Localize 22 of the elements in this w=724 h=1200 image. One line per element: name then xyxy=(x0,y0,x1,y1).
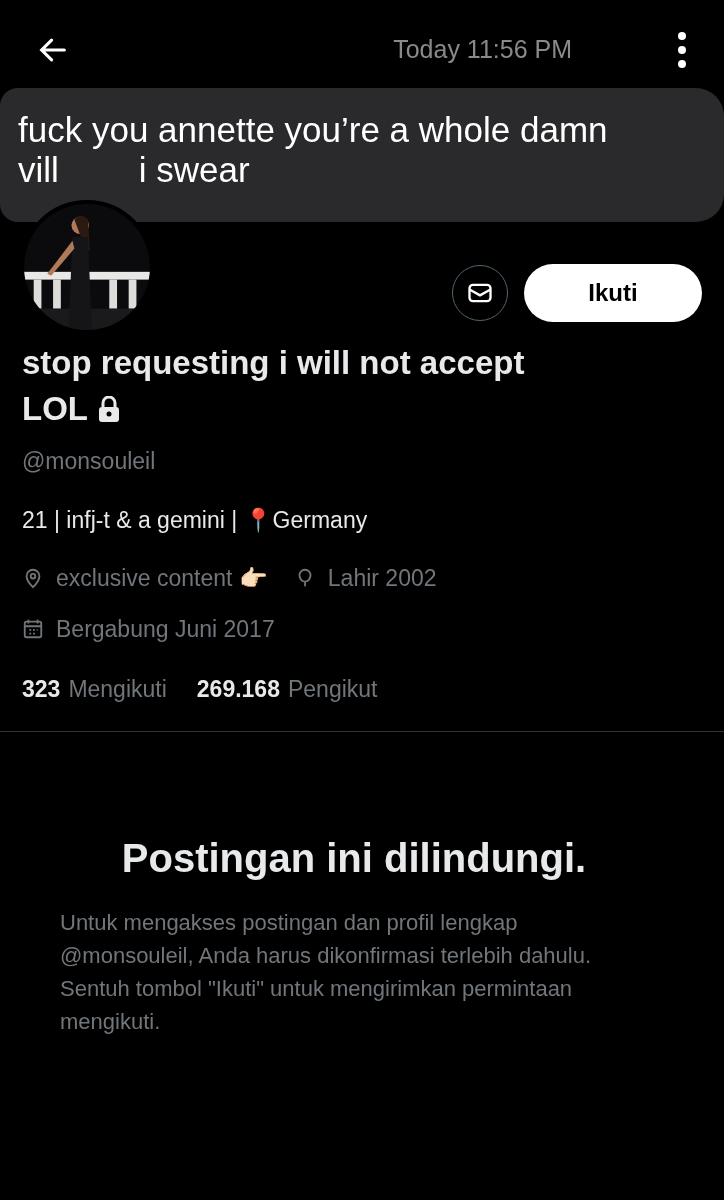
notice-text: Untuk mengakses postingan dan profil lengkap @monsouleil, Anda harus dikonfirmasi terlebih dahulu. Sentuh tombol "Ikuti" untuk mengirimkan permintaan mengikuti. xyxy=(60,908,593,1036)
message-text: vill xyxy=(18,150,59,190)
timestamp: Today 11:56 PM xyxy=(393,34,572,66)
stat-count: 269.168 xyxy=(196,675,280,704)
message-text: fuck you annette you’re a whole damn xyxy=(18,110,609,150)
display-name: LOL xyxy=(22,389,88,429)
bio-text: 21 | infj-t & a gemini | 📍Germany xyxy=(22,505,369,535)
username: @monsouleil xyxy=(22,447,157,476)
location-text: exclusive content 👉🏻 xyxy=(56,564,268,593)
more-options-icon[interactable] xyxy=(676,32,688,68)
join-date: Bergabung Juni 2017 xyxy=(56,614,275,644)
follow-button[interactable]: Ikuti xyxy=(524,264,702,322)
stat-label: Mengikuti xyxy=(68,675,167,704)
stat-link[interactable]: 269.168 Pengikut xyxy=(196,672,378,707)
display-name: stop requesting i will not accept xyxy=(22,343,526,383)
stat-count: 323 xyxy=(22,675,61,704)
calendar-icon xyxy=(22,617,44,640)
stat-label: Pengikut xyxy=(287,675,378,704)
stat-link[interactable]: 323 Mengikuti xyxy=(22,672,167,707)
message-text: i swear xyxy=(138,150,250,190)
notice-title: Postingan ini dilindungi. xyxy=(120,834,588,882)
birth-date: Lahir 2002 xyxy=(327,564,437,593)
